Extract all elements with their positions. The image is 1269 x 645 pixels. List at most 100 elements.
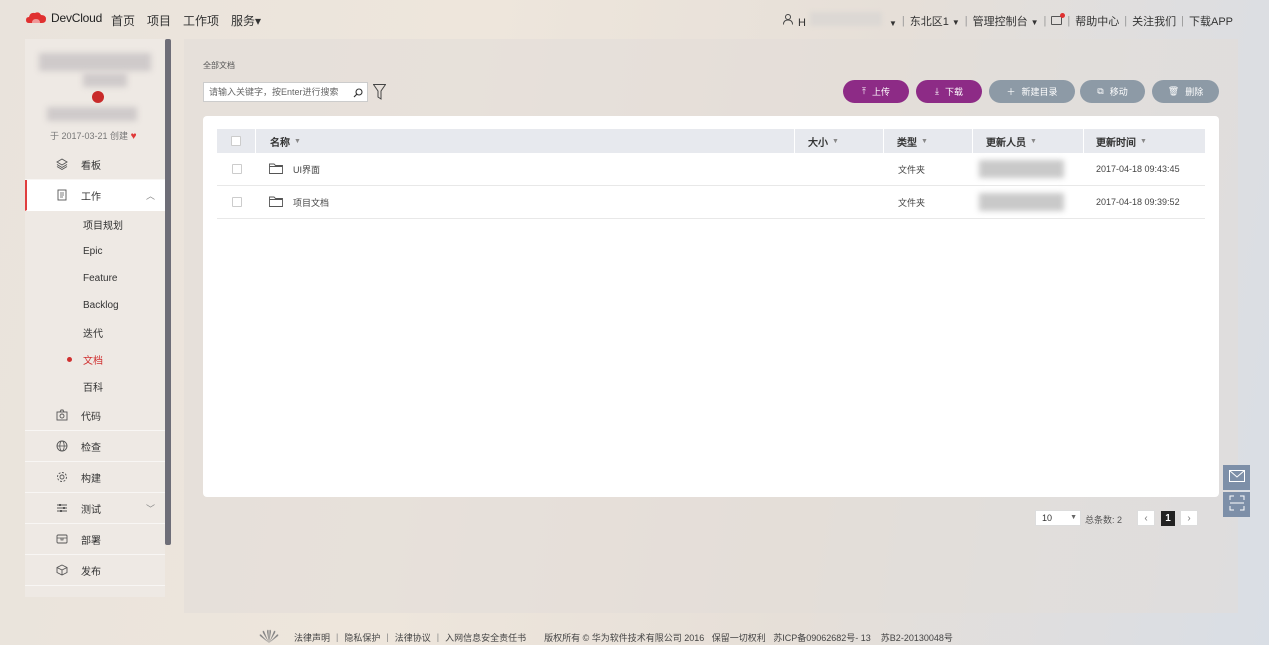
col-updated-at[interactable]: 更新时间 ▼	[1084, 129, 1205, 153]
devcloud-logo[interactable]: DevCloud	[26, 11, 102, 25]
search-icon[interactable]	[353, 87, 363, 101]
file-name[interactable]: 项目文档	[293, 196, 329, 209]
sidebar-item-test[interactable]: 测试 ﹀	[25, 493, 165, 524]
box-icon	[56, 533, 68, 545]
camera-code-icon	[56, 409, 68, 421]
updated-by-redacted	[973, 186, 1084, 219]
plus-icon: ＋	[1006, 87, 1016, 97]
filter-icon[interactable]	[372, 84, 387, 103]
brand-name: DevCloud	[51, 11, 103, 25]
user-menu[interactable]: H ▼	[798, 12, 897, 29]
user-icon	[782, 13, 793, 28]
download-icon: ⤓	[935, 86, 939, 96]
main-content: 全部文档 ⤒上传 ⤓下载 ＋新建目录 ⧉移动 🗑删除 名称▼ 大小▼ 类型▼ 更…	[184, 39, 1238, 613]
updated-at: 2017-04-18 09:39:52	[1096, 197, 1180, 207]
page-size-select[interactable]: 10 ▼	[1035, 510, 1081, 526]
top-right-menu: H ▼ | 东北区1 ▼ | 管理控制台 ▼ | | 帮助中心 | 关注我们 | 下载…	[782, 12, 1233, 29]
scan-icon	[1229, 495, 1245, 514]
sidebar-subitem-wiki[interactable]: 百科	[25, 373, 165, 400]
document-icon	[56, 189, 68, 201]
sidebar-item-code[interactable]: 代码	[25, 400, 165, 431]
cloud-logo-icon	[26, 11, 46, 25]
nav-services[interactable]: 服务▾	[231, 12, 261, 29]
active-dot	[67, 357, 72, 362]
sidebar-item-check[interactable]: 检查	[25, 431, 165, 462]
sidebar-subitem-docs[interactable]: 文档	[25, 346, 165, 373]
breadcrumb[interactable]: 全部文档	[203, 60, 235, 71]
follow-us-link[interactable]: 关注我们	[1132, 13, 1176, 29]
project-desc-redacted	[47, 107, 137, 121]
huawei-logo-icon	[258, 629, 280, 645]
envelope-icon	[1228, 470, 1245, 485]
sidebar-subitem-backlog[interactable]: Backlog	[25, 292, 165, 319]
sidebar-item-build[interactable]: 构建	[25, 462, 165, 493]
sidebar-subitem-feature[interactable]: Feature	[25, 265, 165, 292]
layers-icon	[56, 158, 68, 171]
col-updated-by[interactable]: 更新人员 ▼	[973, 129, 1084, 153]
table-row[interactable]: 项目文档 文件夹 2017-04-18 09:39:52	[217, 186, 1205, 219]
delete-button[interactable]: 🗑 删除	[1152, 80, 1219, 103]
project-profile: 于 2017-03-21 创建 ♥	[25, 39, 165, 149]
folder-icon	[269, 163, 283, 176]
file-size	[795, 186, 884, 219]
col-name[interactable]: 名称 ▼	[256, 129, 795, 153]
sidebar-subitem-planning[interactable]: 项目规划	[25, 211, 165, 238]
download-button[interactable]: ⤓ 下载	[916, 80, 982, 103]
updated-at: 2017-04-18 09:43:45	[1096, 164, 1180, 174]
upload-button[interactable]: ⤒ 上传	[843, 80, 909, 103]
next-page-button[interactable]: ›	[1180, 510, 1198, 526]
chevron-down-icon: ﹀	[145, 504, 155, 514]
project-avatar	[92, 91, 104, 103]
col-type[interactable]: 类型 ▼	[884, 129, 973, 153]
nav-home[interactable]: 首页	[111, 12, 135, 29]
sort-icon: ▼	[921, 137, 928, 145]
updated-by-redacted	[973, 153, 1084, 186]
chevron-down-icon: ▼	[1070, 514, 1077, 521]
footer-link-legal[interactable]: 法律声明	[294, 631, 330, 644]
current-page[interactable]: 1	[1161, 511, 1175, 526]
created-date: 于 2017-03-21 创建 ♥	[50, 131, 137, 142]
footer-link-privacy[interactable]: 隐私保护	[344, 631, 380, 644]
footer-link-agreement[interactable]: 法律协议	[395, 631, 431, 644]
project-meta-redacted	[83, 73, 127, 87]
sidebar-item-kanban[interactable]: 看板	[25, 149, 165, 180]
sidebar-item-release[interactable]: 发布	[25, 555, 165, 586]
top-nav: 首页 项目 工作项 服务▾	[111, 12, 273, 29]
footer: 法律声明 | 隐私保护 | 法律协议 | 入网信息安全责任书 版权所有 © 华为软件技…	[258, 629, 953, 645]
scan-qr-button[interactable]	[1223, 492, 1250, 517]
package-icon	[56, 564, 68, 576]
help-center-link[interactable]: 帮助中心	[1075, 13, 1119, 29]
nav-workitems[interactable]: 工作项	[183, 12, 219, 29]
sidebar-subitem-iteration[interactable]: 迭代	[25, 319, 165, 346]
download-app-link[interactable]: 下载APP	[1189, 13, 1233, 29]
project-name-redacted	[39, 53, 151, 71]
search-box	[203, 82, 368, 102]
feedback-mail-button[interactable]	[1223, 465, 1250, 490]
sidebar-item-work[interactable]: 工作 ︿	[25, 180, 165, 211]
gear-icon	[56, 471, 68, 483]
sidebar-scrollbar[interactable]	[165, 39, 171, 545]
folder-icon	[269, 196, 283, 209]
row-checkbox[interactable]	[231, 197, 242, 207]
upload-icon: ⤒	[862, 86, 866, 96]
new-directory-button[interactable]: ＋新建目录	[989, 80, 1075, 103]
mail-icon[interactable]	[1051, 13, 1066, 25]
top-bar: DevCloud 首页 项目 工作项 服务▾ H ▼ | 东北区1 ▼ | 管理控制…	[0, 0, 1269, 38]
chevron-up-icon: ︿	[145, 191, 155, 201]
region-select[interactable]: 东北区1 ▼	[910, 13, 960, 29]
sidebar-subitem-epic[interactable]: Epic	[25, 238, 165, 265]
nav-projects[interactable]: 项目	[147, 12, 171, 29]
trash-icon: 🗑	[1167, 86, 1180, 96]
search-input[interactable]	[204, 83, 349, 101]
prev-page-button[interactable]: ‹	[1137, 510, 1155, 526]
row-checkbox[interactable]	[231, 164, 242, 174]
select-all-cell	[217, 129, 256, 153]
table-row[interactable]: UI界面 文件夹 2017-04-18 09:43:45	[217, 153, 1205, 186]
select-all-checkbox[interactable]	[231, 136, 241, 146]
sidebar-item-deploy[interactable]: 部署	[25, 524, 165, 555]
file-name[interactable]: UI界面	[293, 163, 320, 176]
move-button[interactable]: ⧉ 移动	[1080, 80, 1145, 103]
console-menu[interactable]: 管理控制台 ▼	[973, 13, 1039, 29]
footer-link-security[interactable]: 入网信息安全责任书	[445, 631, 526, 644]
col-size[interactable]: 大小 ▼	[795, 129, 884, 153]
